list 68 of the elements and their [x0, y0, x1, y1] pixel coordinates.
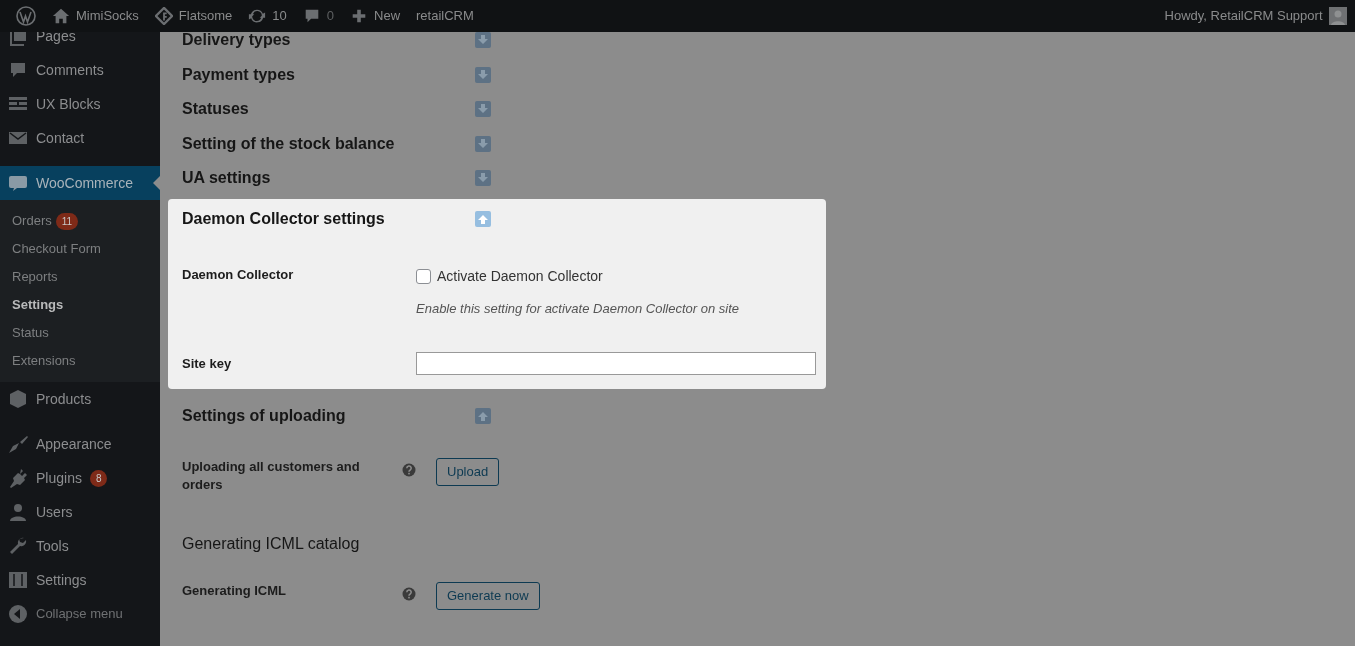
field-label: Daemon Collector — [182, 265, 295, 284]
submenu-item[interactable]: Status — [0, 319, 160, 347]
wordpress-logo-icon[interactable] — [16, 6, 36, 26]
greeting-text[interactable]: Howdy, RetailCRM Support — [1164, 6, 1323, 26]
count-badge: 11 — [55, 212, 79, 230]
section-heading: Payment types — [182, 64, 296, 85]
expand-toggle[interactable] — [475, 101, 491, 118]
expand-toggle[interactable] — [475, 170, 491, 187]
sidebar-item[interactable]: Contact — [0, 121, 160, 155]
toolbar-link[interactable]: 0 — [326, 6, 334, 26]
field-label: Site key — [182, 354, 233, 373]
plug-icon — [8, 468, 28, 488]
section-heading: Daemon Collector settings — [182, 208, 386, 229]
cube-icon — [8, 389, 28, 409]
help-icon[interactable] — [402, 587, 416, 602]
pages-icon — [8, 32, 28, 46]
expand-toggle[interactable] — [475, 66, 491, 83]
submenu-item[interactable]: Reports — [0, 263, 160, 291]
expand-toggle[interactable] — [475, 135, 491, 152]
submenu-item[interactable]: Orders 11 — [0, 207, 160, 235]
sidebar-item[interactable]: WooCommerce — [0, 166, 160, 200]
collapse-toggle[interactable] — [475, 210, 491, 227]
sidebar-item[interactable]: UX Blocks — [0, 87, 160, 121]
refresh-icon — [248, 7, 267, 25]
sidebar-item[interactable]: Collapse menu — [0, 597, 160, 631]
subsection-heading: Generating ICML catalog — [182, 533, 361, 554]
sidebar-item[interactable]: Comments — [0, 53, 160, 87]
submenu-item[interactable]: Extensions — [0, 347, 160, 375]
text-input-field[interactable] — [416, 352, 816, 376]
sidebar-item[interactable]: Products — [0, 382, 160, 416]
action-button[interactable]: Upload — [436, 457, 500, 486]
home-icon — [52, 7, 70, 25]
section-heading: Statuses — [182, 99, 250, 120]
field-description: Enable this setting for activate Daemon Collector on site — [416, 299, 739, 318]
section-heading: Settings of uploading — [182, 406, 347, 427]
speech-bubble-icon — [8, 60, 28, 80]
toolbar-link[interactable]: MimiSocks — [76, 6, 139, 26]
wrench-icon — [8, 536, 28, 556]
action-button[interactable]: Generate now — [436, 581, 540, 610]
sidebar-item[interactable]: Users — [0, 495, 160, 529]
count-badge: 8 — [89, 469, 108, 487]
submenu-item[interactable]: Settings — [0, 291, 160, 319]
section-heading: Delivery types — [182, 30, 292, 51]
section-heading: UA settings — [182, 168, 272, 189]
woo-logo-icon — [8, 173, 28, 193]
collapse-toggle[interactable] — [475, 408, 491, 425]
diamond-icon — [154, 7, 173, 25]
avatar-icon[interactable] — [1329, 7, 1347, 25]
paintbrush-icon — [8, 434, 28, 454]
checkbox-label[interactable]: Activate Daemon Collector — [437, 267, 603, 284]
submenu-item[interactable]: Checkout Form — [0, 235, 160, 263]
field-label: Generating ICML — [182, 581, 287, 600]
sliders-icon — [8, 570, 28, 590]
plus-icon — [350, 7, 368, 25]
sidebar-item[interactable]: Plugins 8 — [0, 461, 160, 495]
expand-toggle[interactable] — [475, 32, 491, 49]
sidebar-item[interactable]: Tools — [0, 529, 160, 563]
sidebar-item[interactable]: Appearance — [0, 427, 160, 461]
sidebar-item[interactable]: Settings — [0, 563, 160, 597]
person-icon — [8, 502, 28, 522]
checkbox[interactable] — [416, 268, 431, 284]
toolbar-link[interactable]: Flatsome — [178, 6, 233, 26]
section-heading: Setting of the stock balance — [182, 133, 396, 154]
help-icon[interactable] — [402, 463, 416, 478]
toolbar-link[interactable]: New — [374, 6, 401, 26]
toolbar-link[interactable]: retailCRM — [416, 6, 474, 26]
field-label: Uploading all customers and orders — [182, 457, 361, 494]
toolbar-link[interactable]: 10 — [272, 6, 287, 26]
